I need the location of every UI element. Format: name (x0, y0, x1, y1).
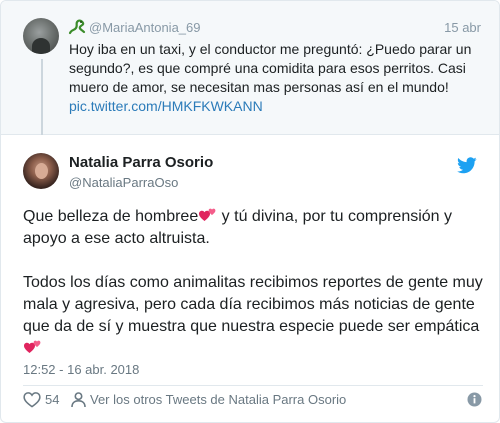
tweet-text-paragraph1-start: Que belleza de hombree (23, 208, 199, 225)
tweet-text: Que belleza de hombree y tú divina, por … (23, 206, 483, 360)
parent-media-link[interactable]: pic.twitter.com/HMKFKWKANN (69, 97, 263, 116)
parent-date[interactable]: 15 abr (444, 20, 481, 35)
lizard-icon (68, 19, 86, 35)
parent-avatar[interactable] (23, 18, 59, 54)
twitter-bird-icon[interactable] (457, 157, 477, 174)
thread-connector-line (41, 59, 43, 135)
heart-outline-icon[interactable] (23, 391, 41, 408)
info-icon[interactable] (467, 392, 482, 407)
two-hearts-icon (24, 340, 41, 353)
tweet-text-paragraph2: Todos los días como animalitas recibimos… (23, 274, 483, 335)
parent-handle[interactable]: @MariaAntonia_69 (89, 20, 200, 35)
profile-icon[interactable] (70, 391, 87, 408)
two-hearts-icon (199, 208, 216, 221)
parent-tweet[interactable]: @MariaAntonia_69 15 abr Hoy iba en un ta… (1, 1, 499, 135)
tweet-actions: 54 Ver los otros Tweets de Natalia Parra… (23, 390, 483, 410)
tweet-timestamp[interactable]: 12:52 - 16 abr. 2018 (23, 362, 139, 377)
parent-tweet-text: Hoy iba en un taxi, y el conductor me pr… (69, 41, 472, 95)
more-tweets-link[interactable]: Ver los otros Tweets de Natalia Parra Os… (90, 392, 346, 407)
author-handle[interactable]: @NataliaParraOso (69, 175, 178, 190)
avatar[interactable] (23, 153, 59, 189)
author-name[interactable]: Natalia Parra Osorio (69, 154, 213, 171)
embedded-tweet-card: @MariaAntonia_69 15 abr Hoy iba en un ta… (0, 0, 500, 423)
like-count[interactable]: 54 (45, 392, 59, 407)
divider (23, 385, 483, 386)
